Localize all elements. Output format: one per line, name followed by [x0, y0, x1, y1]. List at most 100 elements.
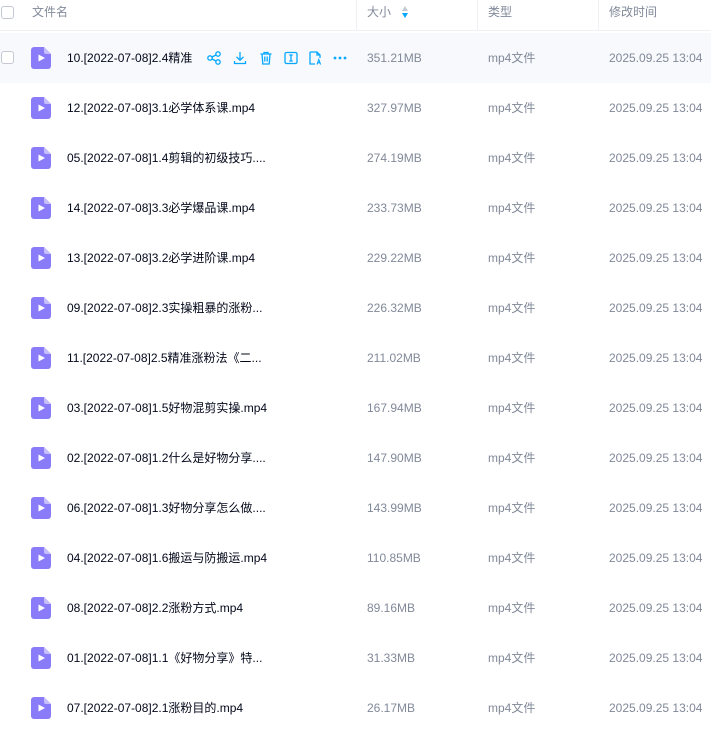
file-name[interactable]: 10.[2022-07-08]2.4精准: [67, 33, 192, 83]
delete-icon[interactable]: [258, 50, 274, 66]
column-header-modified[interactable]: 修改时间: [609, 0, 657, 30]
download-icon[interactable]: [232, 50, 248, 66]
file-size: 26.17MB: [367, 701, 416, 715]
file-name[interactable]: 03.[2022-07-08]1.5好物混剪实操.mp4: [67, 383, 267, 433]
file-size: 274.19MB: [367, 151, 422, 165]
file-modified: 2025.09.25 13:04: [609, 151, 703, 165]
column-divider[interactable]: [477, 0, 478, 30]
column-divider[interactable]: [356, 0, 357, 30]
video-file-icon: [31, 197, 51, 219]
file-modified: 2025.09.25 13:04: [609, 601, 703, 615]
file-name[interactable]: 06.[2022-07-08]1.3好物分享怎么做....: [67, 483, 266, 533]
video-file-icon: [31, 597, 51, 619]
file-size: 211.02MB: [367, 351, 421, 365]
column-divider[interactable]: [598, 0, 599, 30]
file-modified: 2025.09.25 13:04: [609, 401, 703, 415]
file-modified: 2025.09.25 13:04: [609, 451, 703, 465]
ai-icon[interactable]: [307, 50, 323, 66]
file-type: mp4文件: [488, 501, 536, 515]
file-size: 143.99MB: [367, 501, 422, 515]
video-file-icon: [31, 447, 51, 469]
file-row[interactable]: 06.[2022-07-08]1.3好物分享怎么做.... 143.99MB mp4…: [0, 483, 711, 533]
file-row[interactable]: 08.[2022-07-08]2.2涨粉方式.mp4 89.16MB mp4文件 20…: [0, 583, 711, 633]
file-name[interactable]: 12.[2022-07-08]3.1必学体系课.mp4: [67, 83, 255, 133]
video-file-icon: [31, 647, 51, 669]
file-name[interactable]: 07.[2022-07-08]2.1涨粉目的.mp4: [67, 683, 243, 733]
file-name[interactable]: 02.[2022-07-08]1.2什么是好物分享....: [67, 433, 266, 483]
row-checkbox[interactable]: [1, 51, 14, 64]
file-name[interactable]: 05.[2022-07-08]1.4剪辑的初级技巧....: [67, 133, 266, 183]
video-file-icon: [31, 47, 51, 69]
file-modified: 2025.09.25 13:04: [609, 651, 703, 665]
file-type: mp4文件: [488, 651, 536, 665]
file-list-header: 文件名 大小 类型 修改时间: [0, 0, 711, 31]
file-list: 10.[2022-07-08]2.4精准 351.21MB mp4文件 2025.09…: [0, 33, 711, 733]
file-row[interactable]: 07.[2022-07-08]2.1涨粉目的.mp4 26.17MB mp4文件 20…: [0, 683, 711, 733]
file-modified: 2025.09.25 13:04: [609, 351, 703, 365]
file-size: 233.73MB: [367, 201, 422, 215]
file-size: 351.21MB: [367, 51, 422, 65]
more-icon[interactable]: [332, 50, 348, 66]
file-size: 147.90MB: [367, 451, 422, 465]
video-file-icon: [31, 247, 51, 269]
rename-icon[interactable]: [283, 50, 299, 66]
column-header-name[interactable]: 文件名: [32, 0, 68, 30]
file-name[interactable]: 01.[2022-07-08]1.1《好物分享》特...: [67, 633, 262, 683]
file-name[interactable]: 08.[2022-07-08]2.2涨粉方式.mp4: [67, 583, 243, 633]
file-row[interactable]: 10.[2022-07-08]2.4精准 351.21MB mp4文件 2025.09…: [0, 33, 711, 83]
video-file-icon: [31, 697, 51, 719]
file-name[interactable]: 14.[2022-07-08]3.3必学爆品课.mp4: [67, 183, 255, 233]
file-name[interactable]: 09.[2022-07-08]2.3实操粗暴的涨粉...: [67, 283, 262, 333]
file-type: mp4文件: [488, 551, 536, 565]
video-file-icon: [31, 497, 51, 519]
column-header-type[interactable]: 类型: [488, 0, 512, 30]
file-size: 31.33MB: [367, 651, 416, 665]
file-size: 110.85MB: [367, 551, 421, 565]
video-file-icon: [31, 347, 51, 369]
file-row[interactable]: 12.[2022-07-08]3.1必学体系课.mp4 327.97MB mp4文件…: [0, 83, 711, 133]
video-file-icon: [31, 97, 51, 119]
file-modified: 2025.09.25 13:04: [609, 551, 703, 565]
file-modified: 2025.09.25 13:04: [609, 701, 703, 715]
file-row[interactable]: 05.[2022-07-08]1.4剪辑的初级技巧.... 274.19MB mp4…: [0, 133, 711, 183]
share-icon[interactable]: [206, 50, 222, 66]
file-size: 226.32MB: [367, 301, 422, 315]
file-row[interactable]: 14.[2022-07-08]3.3必学爆品课.mp4 233.73MB mp4文件…: [0, 183, 711, 233]
select-all-checkbox[interactable]: [1, 6, 14, 19]
file-row[interactable]: 03.[2022-07-08]1.5好物混剪实操.mp4 167.94MB mp4文…: [0, 383, 711, 433]
column-header-size[interactable]: 大小: [367, 0, 391, 30]
file-type: mp4文件: [488, 601, 536, 615]
file-row[interactable]: 02.[2022-07-08]1.2什么是好物分享.... 147.90MB mp4…: [0, 433, 711, 483]
file-row[interactable]: 11.[2022-07-08]2.5精准涨粉法《二... 211.02MB mp4文…: [0, 333, 711, 383]
file-row[interactable]: 01.[2022-07-08]1.1《好物分享》特... 31.33MB mp4文件…: [0, 633, 711, 683]
file-modified: 2025.09.25 13:04: [609, 301, 703, 315]
video-file-icon: [31, 547, 51, 569]
file-modified: 2025.09.25 13:04: [609, 201, 703, 215]
file-name[interactable]: 11.[2022-07-08]2.5精准涨粉法《二...: [67, 333, 262, 383]
file-size: 229.22MB: [367, 251, 422, 265]
file-name[interactable]: 13.[2022-07-08]3.2必学进阶课.mp4: [67, 233, 255, 283]
file-row[interactable]: 09.[2022-07-08]2.3实操粗暴的涨粉... 226.32MB mp4文…: [0, 283, 711, 333]
file-type: mp4文件: [488, 701, 536, 715]
file-type: mp4文件: [488, 251, 536, 265]
file-name[interactable]: 04.[2022-07-08]1.6搬运与防搬运.mp4: [67, 533, 267, 583]
file-type: mp4文件: [488, 351, 536, 365]
file-row[interactable]: 04.[2022-07-08]1.6搬运与防搬运.mp4 110.85MB mp4文…: [0, 533, 711, 583]
file-size: 89.16MB: [367, 601, 416, 615]
video-file-icon: [31, 147, 51, 169]
sort-descending-icon[interactable]: [401, 6, 409, 20]
file-type: mp4文件: [488, 301, 536, 315]
file-modified: 2025.09.25 13:04: [609, 51, 703, 65]
file-type: mp4文件: [488, 151, 536, 165]
file-type: mp4文件: [488, 51, 536, 65]
file-row[interactable]: 13.[2022-07-08]3.2必学进阶课.mp4 229.22MB mp4文件…: [0, 233, 711, 283]
file-modified: 2025.09.25 13:04: [609, 251, 703, 265]
file-type: mp4文件: [488, 201, 536, 215]
video-file-icon: [31, 297, 51, 319]
file-type: mp4文件: [488, 451, 536, 465]
file-modified: 2025.09.25 13:04: [609, 101, 703, 115]
file-size: 327.97MB: [367, 101, 422, 115]
file-type: mp4文件: [488, 101, 536, 115]
file-type: mp4文件: [488, 401, 536, 415]
file-size: 167.94MB: [367, 401, 422, 415]
